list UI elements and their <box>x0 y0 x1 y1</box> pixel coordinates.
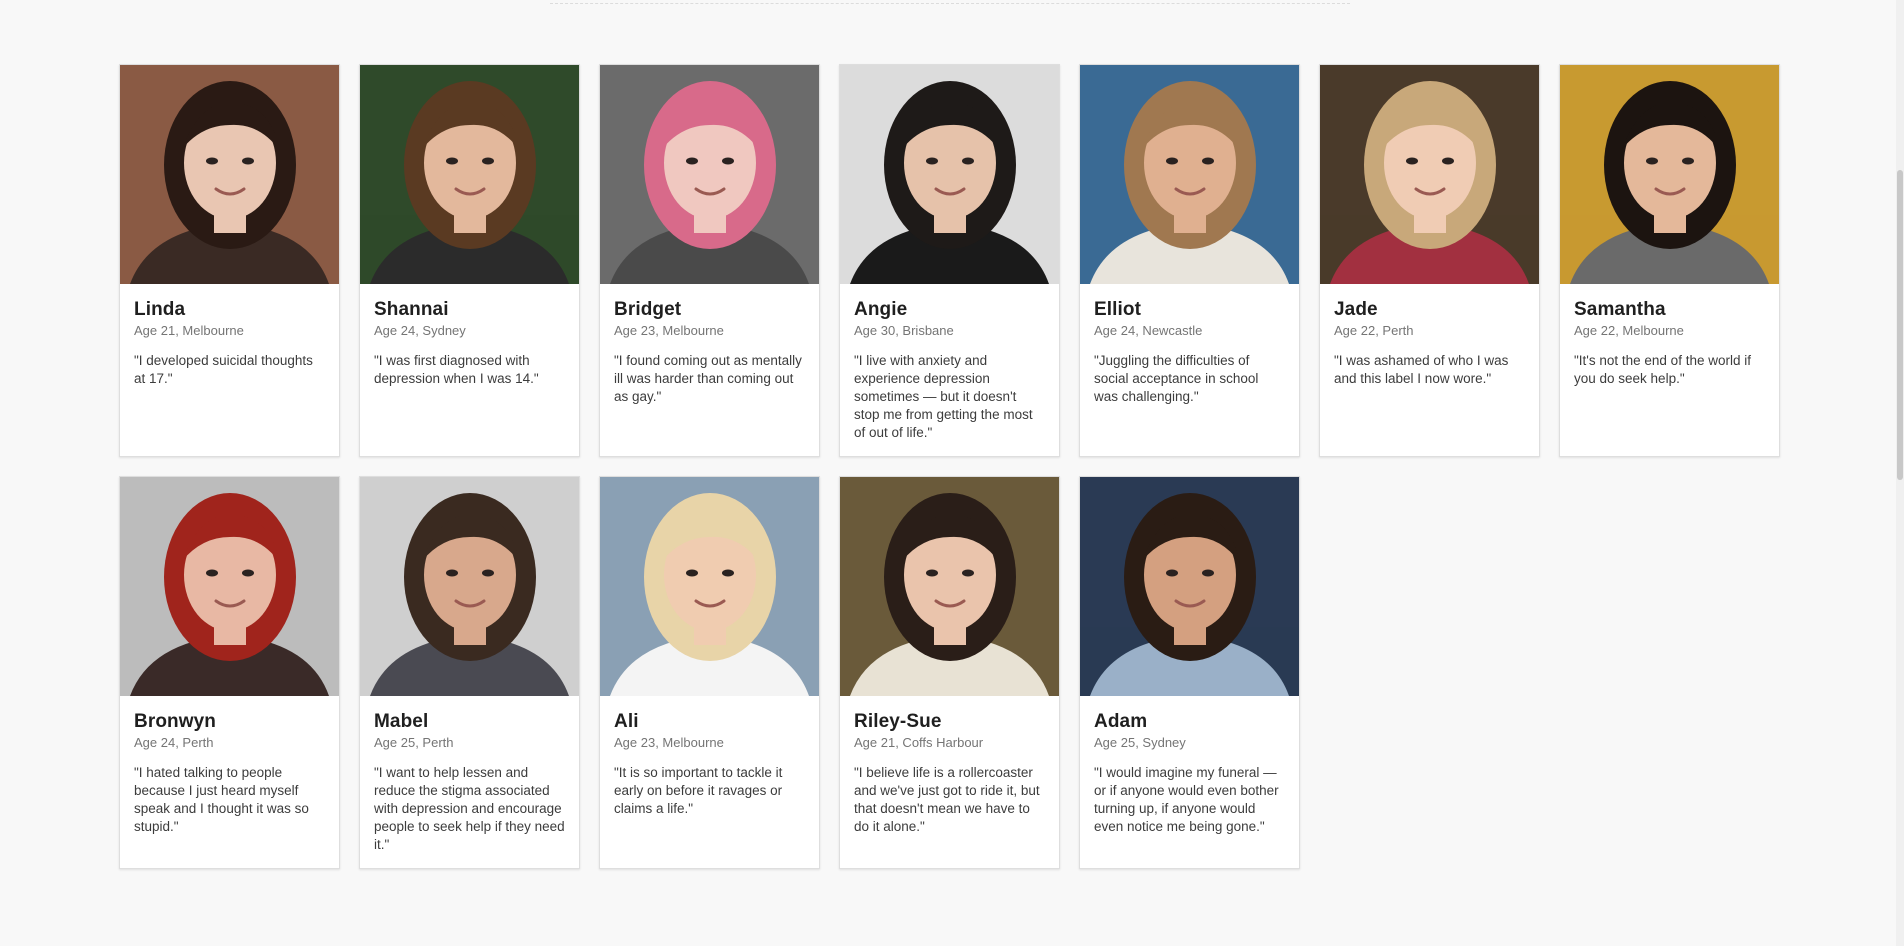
portrait-image <box>120 65 339 284</box>
profile-photo[interactable] <box>840 477 1059 696</box>
portrait-image <box>840 65 1059 284</box>
profile-card[interactable]: Angie Age 30, Brisbane "I live with anxi… <box>839 64 1060 457</box>
profile-meta: Age 22, Perth <box>1334 323 1414 338</box>
portrait-image <box>120 477 339 696</box>
profile-meta: Age 21, Melbourne <box>134 323 244 338</box>
profile-quote: "I hated talking to people because I jus… <box>134 765 309 834</box>
portrait-image <box>840 477 1059 696</box>
profile-card[interactable]: Elliot Age 24, Newcastle "Juggling the d… <box>1079 64 1300 457</box>
card-body: Adam Age 25, Sydney "I would imagine my … <box>1080 696 1299 836</box>
profile-meta: Age 23, Melbourne <box>614 735 724 750</box>
profile-name: Jade <box>1334 299 1378 320</box>
profile-photo[interactable] <box>1080 65 1299 284</box>
card-body: Bridget Age 23, Melbourne "I found comin… <box>600 284 819 406</box>
card-body: Jade Age 22, Perth "I was ashamed of who… <box>1320 284 1539 388</box>
profile-photo[interactable] <box>360 477 579 696</box>
profile-quote: "I believe life is a rollercoaster and w… <box>854 765 1040 834</box>
profile-card[interactable]: Shannai Age 24, Sydney "I was first diag… <box>359 64 580 457</box>
card-body: Bronwyn Age 24, Perth "I hated talking t… <box>120 696 339 836</box>
profile-photo[interactable] <box>360 65 579 284</box>
profile-quote: "I found coming out as mentally ill was … <box>614 353 802 404</box>
profile-card[interactable]: Riley-Sue Age 21, Coffs Harbour "I belie… <box>839 476 1060 869</box>
profile-quote: "I was ashamed of who I was and this lab… <box>1334 353 1509 386</box>
profile-name: Bridget <box>614 299 682 320</box>
profile-name: Mabel <box>374 711 429 732</box>
section-divider <box>550 3 1350 4</box>
profile-meta: Age 24, Newcastle <box>1094 323 1203 338</box>
profile-quote: "It is so important to tackle it early o… <box>614 765 783 816</box>
profile-card[interactable]: Linda Age 21, Melbourne "I developed sui… <box>119 64 340 457</box>
profile-name: Ali <box>614 711 639 732</box>
page: Linda Age 21, Melbourne "I developed sui… <box>0 0 1904 946</box>
profile-card[interactable]: Bronwyn Age 24, Perth "I hated talking t… <box>119 476 340 869</box>
profile-card[interactable]: Mabel Age 25, Perth "I want to help less… <box>359 476 580 869</box>
profile-photo[interactable] <box>1080 477 1299 696</box>
card-body: Elliot Age 24, Newcastle "Juggling the d… <box>1080 284 1299 406</box>
profile-quote: "I developed suicidal thoughts at 17." <box>134 353 313 386</box>
profile-name: Angie <box>854 299 908 320</box>
profile-quote: "I want to help lessen and reduce the st… <box>374 765 565 852</box>
profile-meta: Age 25, Sydney <box>1094 735 1186 750</box>
profile-card[interactable]: Ali Age 23, Melbourne "It is so importan… <box>599 476 820 869</box>
portrait-image <box>1320 65 1539 284</box>
profile-meta: Age 23, Melbourne <box>614 323 724 338</box>
portrait-image <box>360 477 579 696</box>
scrollbar[interactable] <box>1896 0 1904 946</box>
profile-name: Samantha <box>1574 299 1666 320</box>
card-body: Linda Age 21, Melbourne "I developed sui… <box>120 284 339 388</box>
profile-photo[interactable] <box>600 477 819 696</box>
portrait-image <box>1560 65 1779 284</box>
card-body: Angie Age 30, Brisbane "I live with anxi… <box>840 284 1059 442</box>
profile-name: Adam <box>1094 711 1148 732</box>
profile-photo[interactable] <box>120 477 339 696</box>
profile-card[interactable]: Jade Age 22, Perth "I was ashamed of who… <box>1319 64 1540 457</box>
profile-photo[interactable] <box>1560 65 1779 284</box>
profile-grid: Linda Age 21, Melbourne "I developed sui… <box>119 64 1780 869</box>
profile-photo[interactable] <box>840 65 1059 284</box>
profile-name: Riley-Sue <box>854 711 942 732</box>
portrait-image <box>1080 65 1299 284</box>
card-body: Mabel Age 25, Perth "I want to help less… <box>360 696 579 854</box>
profile-card[interactable]: Bridget Age 23, Melbourne "I found comin… <box>599 64 820 457</box>
profile-card[interactable]: Samantha Age 22, Melbourne "It's not the… <box>1559 64 1780 457</box>
profile-quote: "I live with anxiety and experience depr… <box>854 353 1033 440</box>
profile-card[interactable]: Adam Age 25, Sydney "I would imagine my … <box>1079 476 1300 869</box>
profile-photo[interactable] <box>120 65 339 284</box>
profile-name: Linda <box>134 299 186 320</box>
profile-quote: "I was first diagnosed with depression w… <box>374 353 539 386</box>
scrollbar-thumb[interactable] <box>1897 170 1903 480</box>
profile-quote: "Juggling the difficulties of social acc… <box>1094 353 1259 404</box>
portrait-image <box>600 65 819 284</box>
portrait-image <box>1080 477 1299 696</box>
profile-name: Bronwyn <box>134 711 216 732</box>
profile-meta: Age 24, Perth <box>134 735 214 750</box>
card-body: Samantha Age 22, Melbourne "It's not the… <box>1560 284 1779 388</box>
profile-photo[interactable] <box>600 65 819 284</box>
profile-meta: Age 30, Brisbane <box>854 323 954 338</box>
profile-meta: Age 22, Melbourne <box>1574 323 1684 338</box>
profile-quote: "I would imagine my funeral — or if anyo… <box>1094 765 1279 834</box>
profile-meta: Age 21, Coffs Harbour <box>854 735 984 750</box>
profile-quote: "It's not the end of the world if you do… <box>1574 353 1751 386</box>
profile-meta: Age 25, Perth <box>374 735 454 750</box>
profile-name: Shannai <box>374 299 449 320</box>
card-body: Shannai Age 24, Sydney "I was first diag… <box>360 284 579 388</box>
profile-photo[interactable] <box>1320 65 1539 284</box>
profile-meta: Age 24, Sydney <box>374 323 466 338</box>
card-body: Riley-Sue Age 21, Coffs Harbour "I belie… <box>840 696 1059 836</box>
portrait-image <box>600 477 819 696</box>
portrait-image <box>360 65 579 284</box>
profile-name: Elliot <box>1094 299 1142 320</box>
card-body: Ali Age 23, Melbourne "It is so importan… <box>600 696 819 818</box>
